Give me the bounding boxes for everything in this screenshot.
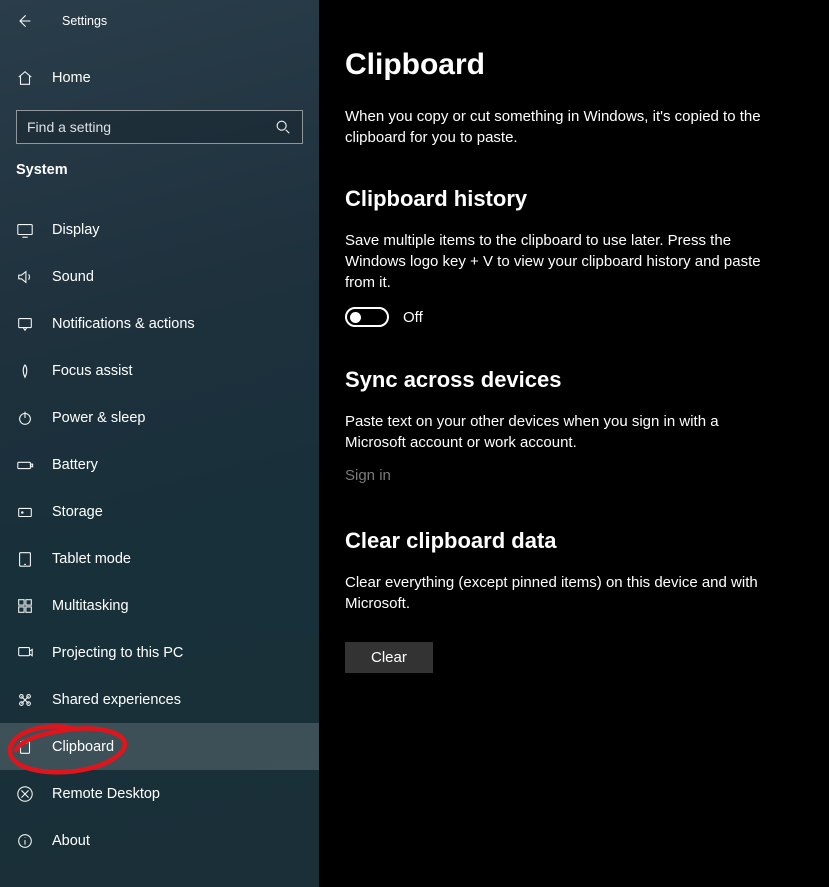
sidebar-item-shared-experiences[interactable]: Shared experiences <box>0 676 319 723</box>
display-icon <box>16 221 34 239</box>
clear-heading: Clear clipboard data <box>345 528 803 554</box>
focus-assist-icon <box>16 362 34 380</box>
search-icon <box>274 118 292 136</box>
back-button[interactable] <box>14 11 34 31</box>
sidebar-item-label: Sound <box>52 269 94 285</box>
storage-icon <box>16 503 34 521</box>
sidebar-item-projecting[interactable]: Projecting to this PC <box>0 629 319 676</box>
sync-desc: Paste text on your other devices when yo… <box>345 411 775 453</box>
notifications-icon <box>16 315 34 333</box>
main-content: Clipboard When you copy or cut something… <box>319 0 829 887</box>
sidebar-item-label: Multitasking <box>52 598 129 614</box>
sidebar-home-label: Home <box>52 70 91 86</box>
sidebar-item-notifications[interactable]: Notifications & actions <box>0 300 319 347</box>
sidebar-item-label: About <box>52 833 90 849</box>
page-intro: When you copy or cut something in Window… <box>345 106 775 148</box>
search-box[interactable] <box>16 110 303 144</box>
page-title: Clipboard <box>345 48 803 82</box>
history-desc: Save multiple items to the clipboard to … <box>345 230 775 293</box>
sidebar-item-label: Storage <box>52 504 103 520</box>
sidebar-item-tablet-mode[interactable]: Tablet mode <box>0 535 319 582</box>
history-toggle-label: Off <box>403 309 423 326</box>
shared-icon <box>16 691 34 709</box>
multitasking-icon <box>16 597 34 615</box>
signin-link[interactable]: Sign in <box>345 467 391 484</box>
home-icon <box>16 69 34 87</box>
sidebar-item-clipboard[interactable]: Clipboard <box>0 723 319 770</box>
sidebar: Settings Home System Display Sound <box>0 0 319 887</box>
battery-icon <box>16 456 34 474</box>
clear-desc: Clear everything (except pinned items) o… <box>345 572 775 614</box>
power-icon <box>16 409 34 427</box>
sidebar-item-multitasking[interactable]: Multitasking <box>0 582 319 629</box>
search-input[interactable] <box>27 119 274 135</box>
sidebar-item-label: Notifications & actions <box>52 316 195 332</box>
history-heading: Clipboard history <box>345 186 803 212</box>
remote-desktop-icon <box>16 785 34 803</box>
sync-heading: Sync across devices <box>345 367 803 393</box>
window-title: Settings <box>62 14 107 28</box>
history-toggle[interactable] <box>345 307 389 327</box>
sidebar-item-label: Remote Desktop <box>52 786 160 802</box>
sidebar-item-label: Battery <box>52 457 98 473</box>
sidebar-item-label: Focus assist <box>52 363 133 379</box>
sidebar-section-title: System <box>0 162 319 178</box>
sidebar-item-label: Projecting to this PC <box>52 645 183 661</box>
sidebar-item-sound[interactable]: Sound <box>0 253 319 300</box>
sidebar-item-remote-desktop[interactable]: Remote Desktop <box>0 770 319 817</box>
sidebar-item-label: Shared experiences <box>52 692 181 708</box>
sound-icon <box>16 268 34 286</box>
sidebar-item-power-sleep[interactable]: Power & sleep <box>0 394 319 441</box>
about-icon <box>16 832 34 850</box>
sidebar-item-display[interactable]: Display <box>0 206 319 253</box>
clear-button[interactable]: Clear <box>345 642 433 673</box>
sidebar-item-about[interactable]: About <box>0 817 319 864</box>
sidebar-item-label: Clipboard <box>52 739 114 755</box>
sidebar-item-storage[interactable]: Storage <box>0 488 319 535</box>
sidebar-item-battery[interactable]: Battery <box>0 441 319 488</box>
clipboard-icon <box>16 738 34 756</box>
sidebar-item-label: Display <box>52 222 100 238</box>
sidebar-home[interactable]: Home <box>0 58 319 98</box>
projecting-icon <box>16 644 34 662</box>
sidebar-item-focus-assist[interactable]: Focus assist <box>0 347 319 394</box>
sidebar-item-label: Power & sleep <box>52 410 146 426</box>
tablet-icon <box>16 550 34 568</box>
sidebar-item-label: Tablet mode <box>52 551 131 567</box>
